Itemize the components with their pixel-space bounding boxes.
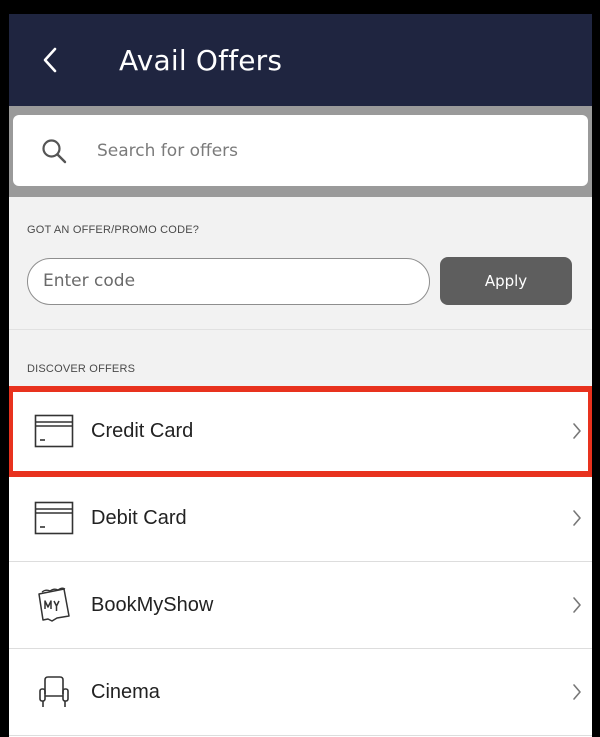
chevron-right-icon [573, 510, 581, 526]
debit-card-icon [33, 499, 75, 537]
chevron-left-icon [43, 47, 57, 73]
offer-item-label: BookMyShow [91, 593, 214, 616]
avail-offers-screen: Avail Offers Search for offers GOT AN OF… [9, 14, 592, 737]
offer-item-label: Credit Card [91, 419, 194, 442]
search-bar[interactable]: Search for offers [13, 115, 588, 186]
offer-item-bookmyshow[interactable]: BookMyShow [9, 562, 592, 649]
search-band: Search for offers [9, 106, 592, 197]
back-button[interactable] [43, 40, 67, 80]
chevron-right-icon [573, 423, 581, 439]
cinema-seat-icon [33, 673, 75, 711]
bookmyshow-icon [33, 586, 75, 624]
offer-item-cinema[interactable]: Cinema [9, 649, 592, 736]
discover-offers-header: DISCOVER OFFERS [9, 330, 592, 388]
offer-category-list: Credit Card Debit Card BookMyShow Cinema [9, 386, 592, 736]
chevron-right-icon [573, 597, 581, 613]
offer-item-debit-card[interactable]: Debit Card [9, 475, 592, 562]
offer-item-label: Cinema [91, 680, 160, 703]
offer-item-credit-card[interactable]: Credit Card [9, 386, 592, 477]
promo-code-input[interactable] [27, 257, 430, 305]
search-input[interactable]: Search for offers [97, 141, 238, 161]
page-title: Avail Offers [119, 43, 283, 77]
promo-code-section: GOT AN OFFER/PROMO CODE? Apply [9, 197, 592, 330]
promo-section-label: GOT AN OFFER/PROMO CODE? [27, 224, 200, 236]
app-header: Avail Offers [9, 14, 592, 106]
credit-card-icon [33, 412, 75, 450]
search-icon [41, 138, 67, 164]
promo-code-row: Apply [9, 236, 592, 305]
screenshot-frame: Avail Offers Search for offers GOT AN OF… [0, 0, 600, 737]
apply-button[interactable]: Apply [440, 257, 572, 305]
discover-section-label: DISCOVER OFFERS [27, 363, 136, 375]
offer-item-label: Debit Card [91, 506, 187, 529]
chevron-right-icon [573, 684, 581, 700]
